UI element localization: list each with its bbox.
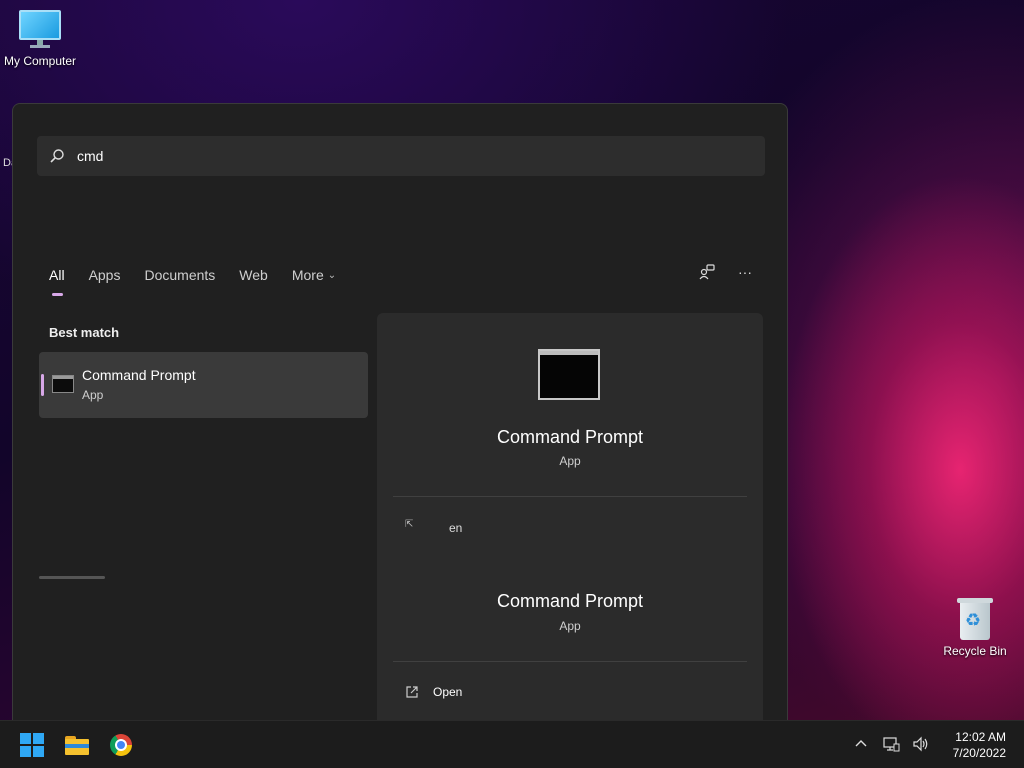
chrome-button[interactable] [106, 730, 136, 760]
tab-label: Web [239, 267, 268, 283]
tab-label: More [291, 267, 324, 283]
monitor-icon [19, 10, 61, 50]
best-match-heading: Best match [49, 325, 120, 340]
volume-icon[interactable] [912, 735, 930, 756]
open-action[interactable]: Open [405, 685, 462, 699]
more-options-icon[interactable]: ··· [737, 264, 753, 280]
open-action-label: Open [433, 685, 463, 699]
command-prompt-icon [52, 375, 74, 393]
tab-apps[interactable]: Apps [89, 267, 121, 293]
chrome-icon [110, 734, 132, 756]
chevron-down-icon: ⌄ [327, 269, 337, 281]
start-icon [20, 733, 44, 757]
file-explorer-icon [65, 735, 89, 755]
start-button[interactable] [17, 730, 47, 760]
search-input[interactable]: cmd [37, 136, 765, 176]
open-icon [406, 686, 418, 698]
clock[interactable]: 12:02 AM 7/20/2022 [953, 729, 1006, 761]
taskbar: 12:02 AM 7/20/2022 [0, 720, 1024, 768]
tab-documents[interactable]: Documents [144, 267, 215, 293]
detail-title-repeat: Command Prompt [496, 591, 644, 611]
detail-title: Command Prompt [496, 427, 644, 447]
chevron-up-icon[interactable] [852, 735, 870, 756]
search-icon [37, 148, 77, 164]
panel-toolbar: ··· [699, 264, 753, 280]
clock-date: 7/20/2022 [952, 746, 1006, 760]
system-tray [852, 735, 930, 756]
desktop-icon-label: My Computer [3, 54, 77, 68]
file-explorer-button[interactable] [62, 730, 92, 760]
result-detail-pane: Command Prompt App ⇱ en Command Prompt A… [377, 313, 763, 721]
detail-partial-text: en [449, 521, 463, 535]
divider [393, 496, 747, 497]
command-prompt-icon [538, 349, 600, 400]
feedback-icon[interactable] [699, 264, 715, 280]
scrollbar[interactable] [39, 576, 105, 579]
tab-more[interactable]: More ⌄ [292, 267, 336, 293]
result-type: App [82, 388, 104, 402]
selection-indicator [41, 374, 44, 396]
divider [393, 661, 747, 662]
network-icon[interactable] [882, 735, 900, 756]
desktop-icon-label: Recycle Bin [943, 644, 1007, 658]
tab-label: Documents [144, 267, 216, 283]
recycle-bin-icon: ♻ [957, 598, 993, 640]
open-icon: ⇱ [405, 519, 414, 530]
best-match-result[interactable]: Command Prompt App [39, 352, 368, 418]
desktop-icon-recycle-bin[interactable]: ♻ Recycle Bin [935, 598, 1015, 658]
tab-all[interactable]: All [49, 267, 65, 296]
filter-tabs: All Apps Documents Web More ⌄ [49, 267, 336, 296]
search-query: cmd [77, 148, 104, 164]
clock-time: 12:02 AM [955, 730, 1006, 744]
tab-web[interactable]: Web [239, 267, 268, 293]
desktop-icon-my-computer[interactable]: My Computer [0, 10, 80, 68]
detail-subtitle-repeat: App [559, 619, 581, 633]
detail-subtitle: App [559, 454, 581, 468]
tab-label: All [49, 267, 65, 283]
result-name: Command Prompt [82, 367, 196, 383]
search-panel: cmd All Apps Documents Web More ⌄ ··· Bes… [12, 103, 788, 721]
tab-label: Apps [88, 267, 121, 283]
